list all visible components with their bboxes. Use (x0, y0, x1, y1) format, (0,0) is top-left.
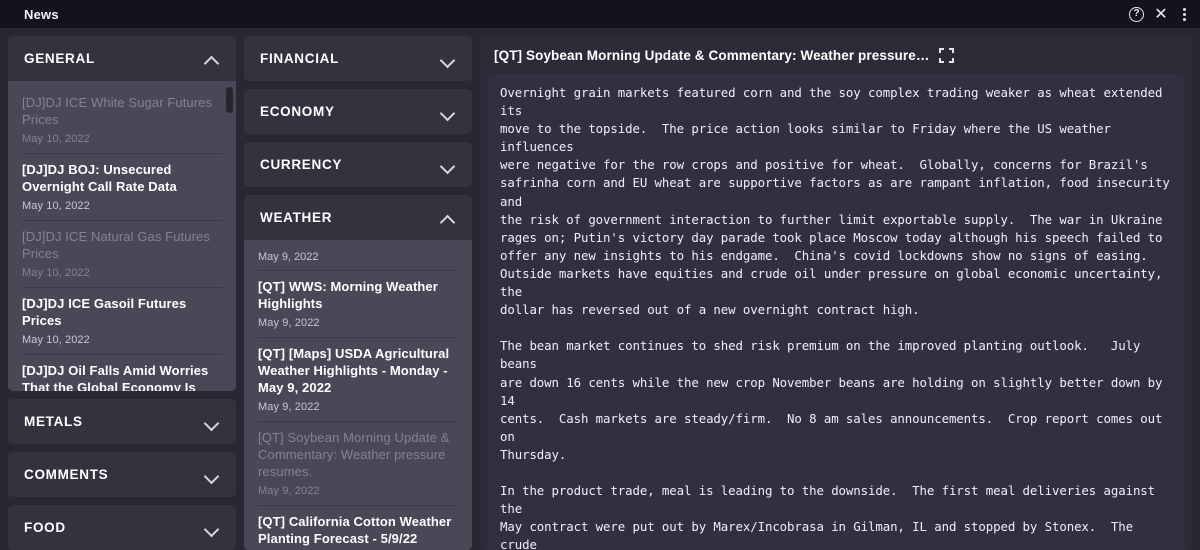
group-header-food[interactable]: FOOD (8, 505, 236, 550)
group-label: WEATHER (260, 210, 333, 225)
list-item-title: [QT] California Cotton Weather Planting … (258, 514, 452, 546)
list-item-title: [DJ]DJ BOJ: Unsecured Overnight Call Rat… (22, 162, 177, 194)
list-item[interactable]: [QT] WWS: Morning Weather Highlights May… (258, 271, 458, 338)
group-header-financial[interactable]: FINANCIAL (244, 36, 472, 81)
group-label: ECONOMY (260, 104, 335, 119)
article-header: [QT] Soybean Morning Update & Commentary… (480, 36, 1192, 74)
article-list-inner: May 9, 2022 [QT] WWS: Morning Weather Hi… (244, 240, 472, 550)
group-comments: COMMENTS (8, 452, 236, 497)
group-financial: FINANCIAL (244, 36, 472, 81)
group-weather: WEATHER May 9, 2022 [QT] WWS: Morning We… (244, 195, 472, 550)
news-app-window: News ? ✕ GENERAL [DJ]DJ ICE White Sugar … (0, 0, 1200, 550)
titlebar-actions: ? ✕ (1129, 6, 1190, 22)
group-label: METALS (24, 414, 83, 429)
list-scrollbar-thumb[interactable] (226, 87, 233, 113)
list-item-title: [QT] Soybean Morning Update & Commentary… (258, 430, 450, 479)
list-item-date: May 10, 2022 (22, 133, 90, 145)
list-item[interactable]: [DJ]DJ ICE White Sugar Futures Prices Ma… (22, 87, 222, 154)
article-list-weather[interactable]: May 9, 2022 [QT] WWS: Morning Weather Hi… (244, 240, 472, 550)
article-body-text: Overnight grain markets featured corn an… (500, 85, 1170, 550)
close-icon[interactable]: ✕ (1153, 6, 1169, 22)
list-item-title: [DJ]DJ Oil Falls Amid Worries That the G… (22, 363, 209, 391)
group-header-metals[interactable]: METALS (8, 399, 236, 444)
list-item-date: May 9, 2022 (258, 317, 320, 329)
list-item-date: May 10, 2022 (22, 267, 90, 279)
list-item-title: [DJ]DJ ICE Gasoil Futures Prices (22, 296, 187, 328)
article-body[interactable]: Overnight grain markets featured corn an… (488, 74, 1184, 550)
group-currency: CURRENCY (244, 142, 472, 187)
list-item[interactable]: [QT] California Cotton Weather Planting … (258, 506, 458, 550)
chevron-down-icon[interactable] (204, 414, 220, 430)
list-lead-date: May 9, 2022 (258, 246, 458, 271)
group-header-general[interactable]: GENERAL (8, 36, 236, 81)
left-column: GENERAL [DJ]DJ ICE White Sugar Futures P… (8, 36, 236, 550)
chevron-down-icon[interactable] (204, 467, 220, 483)
group-food: FOOD (8, 505, 236, 550)
group-label: GENERAL (24, 51, 95, 66)
list-item-date: May 9, 2022 (258, 485, 320, 497)
chevron-up-icon[interactable] (440, 210, 456, 226)
group-header-comments[interactable]: COMMENTS (8, 452, 236, 497)
middle-column: FINANCIAL ECONOMY CURRENCY WEATHER May 9… (244, 36, 472, 550)
list-item[interactable]: [QT] [Maps] USDA Agricultural Weather Hi… (258, 338, 458, 422)
chevron-down-icon[interactable] (204, 520, 220, 536)
window-titlebar: News ? ✕ (0, 0, 1200, 28)
fullscreen-expand-icon[interactable] (939, 47, 955, 63)
chevron-down-icon[interactable] (440, 51, 456, 67)
help-icon[interactable]: ? (1129, 6, 1144, 22)
article-list-general[interactable]: [DJ]DJ ICE White Sugar Futures Prices Ma… (8, 81, 236, 391)
list-item[interactable]: [DJ]DJ BOJ: Unsecured Overnight Call Rat… (22, 154, 222, 221)
list-item-date: May 9, 2022 (258, 401, 320, 413)
list-item[interactable]: [DJ]DJ ICE Natural Gas Futures Prices Ma… (22, 221, 222, 288)
group-economy: ECONOMY (244, 89, 472, 134)
group-general: GENERAL [DJ]DJ ICE White Sugar Futures P… (8, 36, 236, 391)
chevron-down-icon[interactable] (440, 104, 456, 120)
list-item-title: [QT] [Maps] USDA Agricultural Weather Hi… (258, 346, 450, 395)
group-header-economy[interactable]: ECONOMY (244, 89, 472, 134)
group-header-currency[interactable]: CURRENCY (244, 142, 472, 187)
group-label: FINANCIAL (260, 51, 340, 66)
group-header-weather[interactable]: WEATHER (244, 195, 472, 240)
chevron-down-icon[interactable] (440, 157, 456, 173)
list-item-date: May 10, 2022 (22, 200, 90, 212)
article-list-inner: [DJ]DJ ICE White Sugar Futures Prices Ma… (8, 81, 236, 391)
article-panel: [QT] Soybean Morning Update & Commentary… (480, 36, 1192, 550)
window-title: News (24, 6, 59, 22)
list-item-title: [DJ]DJ ICE White Sugar Futures Prices (22, 95, 213, 127)
list-item-date: May 10, 2022 (22, 334, 90, 346)
group-metals: METALS (8, 399, 236, 444)
list-item-title: [QT] WWS: Morning Weather Highlights (258, 279, 438, 311)
list-item[interactable]: [QT] Soybean Morning Update & Commentary… (258, 422, 458, 506)
article-title: [QT] Soybean Morning Update & Commentary… (494, 47, 930, 63)
group-label: FOOD (24, 520, 66, 535)
main-column: [QT] Soybean Morning Update & Commentary… (480, 36, 1192, 550)
list-item[interactable]: [DJ]DJ Oil Falls Amid Worries That the G… (22, 355, 222, 391)
chevron-up-icon[interactable] (204, 51, 220, 67)
list-scrollbar[interactable] (226, 81, 233, 391)
list-item-title: [DJ]DJ ICE Natural Gas Futures Prices (22, 229, 210, 261)
workspace: GENERAL [DJ]DJ ICE White Sugar Futures P… (0, 28, 1200, 550)
kebab-menu-icon[interactable] (1178, 6, 1190, 22)
list-item[interactable]: [DJ]DJ ICE Gasoil Futures Prices May 10,… (22, 288, 222, 355)
group-label: CURRENCY (260, 157, 343, 172)
group-label: COMMENTS (24, 467, 109, 482)
